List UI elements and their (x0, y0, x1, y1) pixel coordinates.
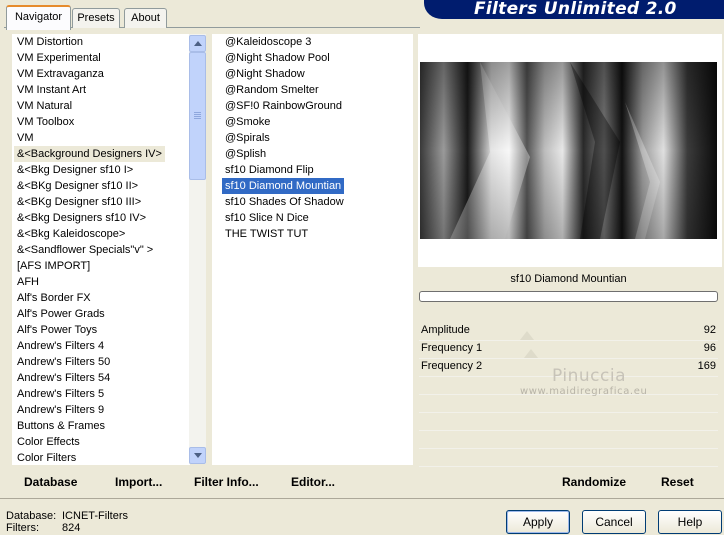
editor-button[interactable]: Editor... (291, 474, 335, 490)
filter-item[interactable]: @Smoke (222, 114, 273, 130)
slider-handle[interactable] (524, 349, 538, 358)
filter-item[interactable]: sf10 Shades Of Shadow (222, 194, 347, 210)
param-empty-row (419, 412, 718, 431)
filter-item[interactable]: sf10 Slice N Dice (222, 210, 312, 226)
param-value: 96 (703, 342, 716, 354)
divider (0, 498, 724, 499)
chevron-up-icon (194, 41, 202, 46)
category-list[interactable]: VM Distortion VM Experimental VM Extravaga… (12, 34, 190, 465)
category-item[interactable]: VM Distortion (14, 34, 86, 50)
reset-button[interactable]: Reset (661, 474, 694, 490)
scroll-up-button[interactable] (189, 35, 206, 52)
progress-bar (419, 291, 718, 302)
watermark-name: Pinuccia (552, 366, 626, 386)
cancel-button[interactable]: Cancel (582, 510, 646, 534)
category-item[interactable]: VM Instant Art (14, 82, 89, 98)
category-item[interactable]: Buttons & Frames (14, 418, 108, 434)
import-button[interactable]: Import... (115, 474, 162, 490)
filter-item[interactable]: @Night Shadow (222, 66, 308, 82)
category-item[interactable]: &<Sandflower Specials"v" > (14, 242, 156, 258)
watermark-url: www.maidiregrafica.eu (520, 386, 648, 397)
preview-image (420, 62, 717, 239)
param-frequency-1[interactable]: Frequency 1 96 (419, 340, 718, 359)
banner-title: Filters Unlimited 2.0 (474, 0, 677, 19)
filter-item[interactable]: THE TWIST TUT (222, 226, 311, 242)
database-label: Database: (6, 510, 57, 522)
filter-item[interactable]: @Spirals (222, 130, 273, 146)
param-label: Amplitude (421, 324, 470, 336)
filter-item[interactable]: sf10 Diamond Mountian (222, 178, 345, 194)
category-item[interactable]: Andrew's Filters 4 (14, 338, 107, 354)
category-item[interactable]: Andrew's Filters 50 (14, 354, 113, 370)
preview-graphic (420, 62, 717, 239)
category-item[interactable]: VM Experimental (14, 50, 104, 66)
database-button[interactable]: Database (24, 474, 77, 490)
scroll-down-button[interactable] (189, 447, 206, 464)
category-item[interactable]: [AFS IMPORT] (14, 258, 93, 274)
filter-item[interactable]: @Random Smelter (222, 82, 322, 98)
category-scrollbar[interactable] (189, 34, 206, 464)
category-item[interactable]: Alf's Border FX (14, 290, 94, 306)
category-item[interactable]: Alf's Power Toys (14, 322, 100, 338)
param-amplitude[interactable]: Amplitude 92 (419, 322, 718, 341)
category-item[interactable]: Andrew's Filters 5 (14, 386, 107, 402)
category-item[interactable]: &<BKg Designer sf10 III> (14, 194, 144, 210)
filters-status: Filters: 824 (6, 522, 80, 535)
filter-list[interactable]: @Kaleidoscope 3 @Night Shadow Pool @Night … (212, 34, 413, 465)
apply-button[interactable]: Apply (506, 510, 570, 534)
slider-handle[interactable] (520, 331, 534, 340)
param-label: Frequency 2 (421, 360, 483, 372)
category-item[interactable]: AFH (14, 274, 42, 290)
category-item[interactable]: Andrew's Filters 54 (14, 370, 113, 386)
param-empty-row (419, 448, 718, 467)
filters-label: Filters: (6, 522, 39, 534)
filter-info-button[interactable]: Filter Info... (194, 474, 259, 490)
category-item[interactable]: &<Background Designers IV> (14, 146, 165, 162)
category-item[interactable]: Color Filters (14, 450, 79, 466)
tab-about[interactable]: About (124, 8, 167, 28)
filters-value: 824 (62, 522, 81, 534)
randomize-button[interactable]: Randomize (562, 474, 626, 490)
category-item[interactable]: Andrew's Filters 9 (14, 402, 107, 418)
category-item[interactable]: Color Effects (14, 434, 83, 450)
filter-item[interactable]: sf10 Diamond Flip (222, 162, 317, 178)
category-item[interactable]: &<Bkg Designers sf10 IV> (14, 210, 149, 226)
param-label: Frequency 1 (421, 342, 483, 354)
tab-navigator[interactable]: Navigator (6, 5, 71, 30)
category-item[interactable]: &<Bkg Kaleidoscope> (14, 226, 128, 242)
filter-name-label: sf10 Diamond Mountian (419, 268, 718, 290)
param-value: 169 (697, 360, 716, 372)
category-item[interactable]: VM Extravaganza (14, 66, 107, 82)
scrollbar-thumb[interactable] (189, 52, 206, 180)
param-value: 92 (703, 324, 716, 336)
category-item[interactable]: VM Natural (14, 98, 75, 114)
category-item[interactable]: &<BKg Designer sf10 II> (14, 178, 141, 194)
category-item[interactable]: VM (14, 130, 37, 146)
chevron-down-icon (194, 453, 202, 458)
category-item[interactable]: VM Toolbox (14, 114, 77, 130)
help-button[interactable]: Help (658, 510, 722, 534)
param-empty-row (419, 430, 718, 449)
filter-item[interactable]: @Night Shadow Pool (222, 50, 333, 66)
filter-item[interactable]: @Kaleidoscope 3 (222, 34, 314, 50)
category-item[interactable]: &<Bkg Designer sf10 I> (14, 162, 136, 178)
filter-item[interactable]: @Splish (222, 146, 269, 162)
tab-presets[interactable]: Presets (72, 8, 120, 28)
category-item[interactable]: Alf's Power Grads (14, 306, 108, 322)
filter-item[interactable]: @SF!0 RainbowGround (222, 98, 345, 114)
